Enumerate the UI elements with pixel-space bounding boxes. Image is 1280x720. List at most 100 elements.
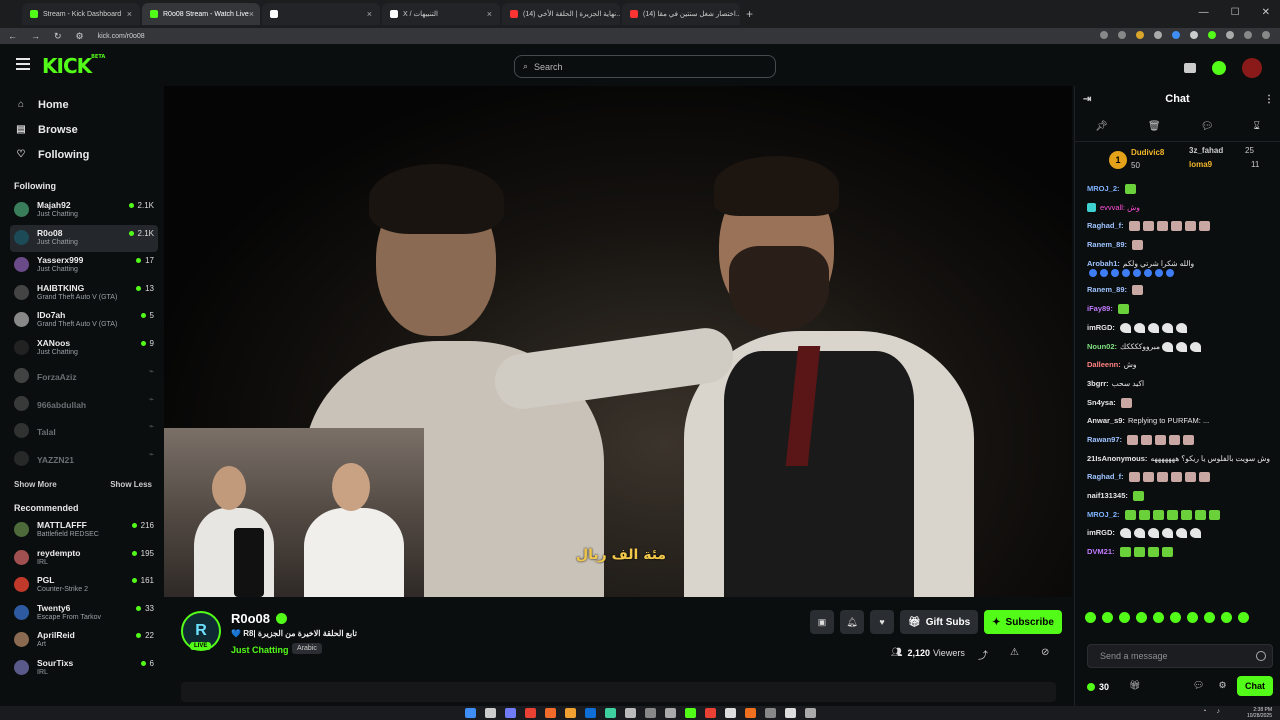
taskbar-app-icon[interactable] — [644, 708, 656, 718]
quick-emote-icon[interactable] — [1153, 612, 1164, 623]
chat-username[interactable]: Sn4ysa: — [1087, 398, 1116, 408]
quick-emote-icon[interactable] — [1102, 612, 1113, 623]
browser-tab[interactable]: Stream - Kick Dashboard × — [22, 3, 140, 25]
chat-username[interactable]: 21IsAnonymous: — [1087, 454, 1147, 464]
chat-username[interactable]: Raghad_f: — [1087, 472, 1124, 482]
quick-emote-icon[interactable] — [1085, 612, 1096, 623]
chat-username[interactable]: imRGD: — [1087, 528, 1115, 538]
sidebar-channel[interactable]: IDo7ah Grand Theft Auto V (GTA) 5 — [10, 307, 158, 335]
sidebar-channel[interactable]: 966abdullah ⌁ — [10, 390, 158, 418]
chat-username[interactable]: MROJ_2: — [1087, 184, 1120, 194]
back-icon[interactable]: ← — [8, 31, 17, 41]
category-link[interactable]: Just Chatting — [231, 645, 289, 655]
minimize-icon[interactable]: — — [1199, 7, 1209, 18]
quick-emote-icon[interactable] — [1238, 612, 1249, 623]
forward-icon[interactable]: → — [31, 31, 40, 41]
close-icon[interactable]: ✕ — [1262, 7, 1270, 18]
share-icon[interactable]: ⤴ — [978, 647, 988, 662]
sidebar-nav-browse[interactable]: ▤ Browse — [14, 117, 164, 142]
sidebar-channel[interactable]: YAZZN21 ⌁ — [10, 445, 158, 473]
emoji-icon[interactable] — [1256, 651, 1266, 661]
show-more-button[interactable]: Show More — [14, 480, 57, 489]
taskbar-app-icon[interactable] — [724, 708, 736, 718]
inbox-icon[interactable] — [1184, 63, 1196, 73]
taskbar-app-icon[interactable] — [744, 708, 756, 718]
extension-icon[interactable] — [1190, 31, 1198, 39]
kick-points[interactable]: 30 — [1087, 682, 1109, 692]
clip-button[interactable]: ▣ — [810, 610, 834, 634]
quick-emote-icon[interactable] — [1221, 612, 1232, 623]
channel-name[interactable]: R0o08 — [231, 611, 288, 626]
sidebar-channel[interactable]: R0o08 Just Chatting 2.1K — [10, 224, 158, 252]
extension-icon[interactable] — [1208, 31, 1216, 39]
emote-menu-icon[interactable]: 💬︎ — [1193, 680, 1204, 691]
extension-icon[interactable] — [1154, 31, 1162, 39]
sidebar-channel[interactable]: Yasserx999 Just Chatting 17 — [10, 252, 158, 280]
chat-username[interactable]: Noun02: — [1087, 342, 1117, 352]
sidebar-channel[interactable]: ForzaAziz ⌁ — [10, 362, 158, 390]
taskbar-app-icon[interactable] — [704, 708, 716, 718]
chat-username[interactable]: Arobah1: — [1087, 259, 1120, 269]
collapse-chat-icon[interactable]: ⇥ — [1083, 94, 1091, 105]
volume-icon[interactable]: ♪ — [1217, 708, 1221, 715]
kick-points-icon[interactable] — [1212, 61, 1226, 75]
chat-username[interactable]: Anwar_s9: — [1087, 416, 1125, 426]
chat-username[interactable]: Raghad_f: — [1087, 221, 1124, 231]
taskbar-app-icon[interactable] — [504, 708, 516, 718]
taskbar-app-icon[interactable] — [664, 708, 676, 718]
taskbar-app-icon[interactable] — [524, 708, 536, 718]
chat-username[interactable]: Rawan97: — [1087, 435, 1122, 445]
new-tab-icon[interactable]: + — [746, 7, 753, 21]
gift-box-icon[interactable]: 🎁︎ — [1129, 680, 1140, 691]
gift-subs-button[interactable]: 🎁︎ Gift Subs — [900, 610, 979, 634]
taskbar-app-icon[interactable] — [604, 708, 616, 718]
chat-username[interactable]: iFay89: — [1087, 304, 1113, 314]
taskbar-app-icon[interactable] — [564, 708, 576, 718]
chat-username[interactable]: Ranem_89: — [1087, 240, 1127, 250]
tab-close-icon[interactable]: × — [487, 9, 492, 19]
taskbar-app-icon[interactable] — [544, 708, 556, 718]
zoom-icon[interactable] — [1100, 31, 1108, 39]
browser-tab[interactable]: (14) اختصار شغل سنتين في مقا...× — [622, 3, 740, 25]
browser-tab[interactable]: R0o08 Stream - Watch Live × — [142, 3, 260, 25]
wifi-icon[interactable]: ◔ — [1202, 708, 1206, 715]
quick-emote-icon[interactable] — [1119, 612, 1130, 623]
site-info-icon[interactable]: ⚙ — [76, 31, 84, 42]
chat-username[interactable]: Ranem_89: — [1087, 285, 1127, 295]
sidebar-channel[interactable]: reydempto IRL 195 — [10, 545, 158, 573]
sidebar-channel[interactable]: SourTixs IRL 6 — [10, 655, 158, 683]
sidebar-channel[interactable]: PGL Counter-Strike 2 161 — [10, 572, 158, 600]
chat-username[interactable]: Dalleenn: — [1087, 360, 1121, 370]
search-input[interactable]: ⌕ Search — [514, 55, 776, 78]
subscribe-button[interactable]: ✦ Subscribe — [984, 610, 1062, 634]
hamburger-menu-icon[interactable] — [16, 58, 30, 73]
quick-emote-icon[interactable] — [1170, 612, 1181, 623]
sidebar-channel[interactable]: XANoos Just Chatting 9 — [10, 335, 158, 363]
show-less-button[interactable]: Show Less — [110, 480, 152, 489]
hourglass-icon[interactable]: ⌛︎ — [1254, 121, 1260, 132]
browser-tab[interactable]: (14) نهاية الجزيرة | الحلقة الأخي...× — [502, 3, 620, 25]
notification-bell-button[interactable]: 🔔︎ — [840, 610, 864, 634]
bookmark-star-icon[interactable] — [1118, 31, 1126, 39]
top-gifter-name[interactable]: Dudivic8 — [1131, 148, 1164, 157]
tab-close-icon[interactable]: × — [249, 9, 254, 19]
maximize-icon[interactable]: ☐ — [1231, 7, 1240, 18]
chat-message-input[interactable]: Send a message — [1087, 644, 1273, 668]
chat-bubble-icon[interactable]: 💬︎ — [1201, 121, 1214, 132]
taskbar-app-icon[interactable] — [804, 708, 816, 718]
taskbar-app-icon[interactable] — [624, 708, 636, 718]
chat-username[interactable]: naif131345: — [1087, 491, 1128, 501]
gifter-name[interactable]: loma9 — [1189, 160, 1212, 169]
trash-icon[interactable]: 🗑︎ — [1148, 121, 1161, 132]
taskbar-app-icon[interactable] — [584, 708, 596, 718]
taskbar-app-icon[interactable] — [784, 708, 796, 718]
quick-emote-icon[interactable] — [1204, 612, 1215, 623]
sidebar-nav-following[interactable]: ♡ Following — [14, 142, 164, 167]
chat-username[interactable]: MROJ_2: — [1087, 510, 1120, 520]
chat-menu-icon[interactable]: ⋮ — [1264, 94, 1274, 105]
browser-tab[interactable]: X / التنبيهات × — [382, 3, 500, 25]
browser-tab[interactable]: × — [262, 3, 380, 25]
tab-close-icon[interactable]: × — [127, 9, 132, 19]
sidebar-channel[interactable]: AprilReid Art 22 — [10, 627, 158, 655]
menu-dots-icon[interactable] — [1262, 31, 1270, 39]
